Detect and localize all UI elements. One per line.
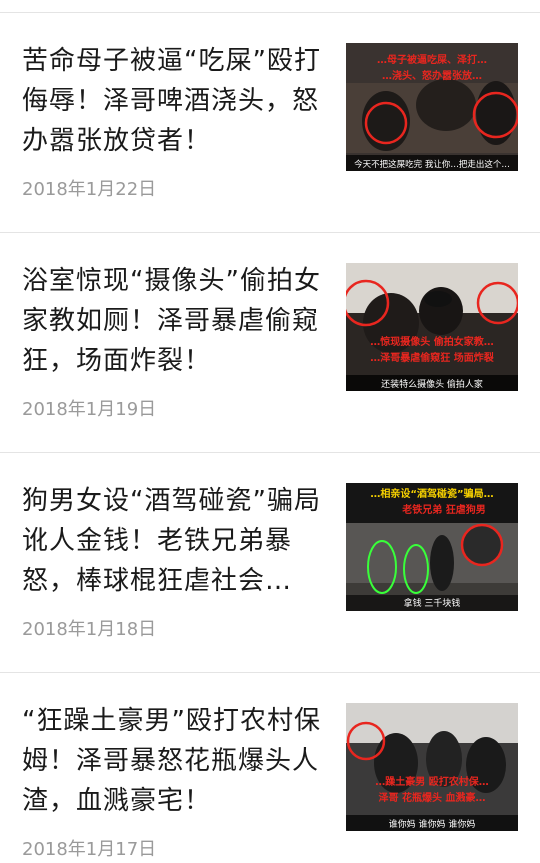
thumb-caption: 今天不把这屎吃完 我让你…把走出这个…: [354, 159, 510, 170]
thumb-overlay-line1: …躁土豪男 殴打农村保…: [375, 775, 488, 788]
thumb-overlay-line2: …泽哥暴虐偷窥狂 场面炸裂: [370, 351, 493, 364]
article-title[interactable]: 狗男女设“酒驾碰瓷”骗局讹人金钱！老铁兄弟暴怒，棒球棍狂虐社会…: [22, 481, 322, 601]
thumb-overlay-line2: …浇头、怒办嚣张放…: [382, 69, 482, 82]
thumb-overlay-line2: 泽哥 花瓶爆头 血溅豪…: [379, 791, 486, 804]
article-thumbnail[interactable]: …躁土豪男 殴打农村保… 泽哥 花瓶爆头 血溅豪… 谁你妈 谁你妈 谁你妈: [346, 703, 518, 831]
article-date: 2018年1月17日: [22, 839, 157, 860]
article-date: 2018年1月18日: [22, 619, 157, 640]
article-item[interactable]: “狂躁土豪男”殴打农村保姆！泽哥暴怒花瓶爆头人渣，血溅豪宅！ 2018年1月17…: [0, 673, 540, 863]
article-title[interactable]: “狂躁土豪男”殴打农村保姆！泽哥暴怒花瓶爆头人渣，血溅豪宅！: [22, 701, 322, 821]
thumb-overlay-line2: 老铁兄弟 狂虐狗男: [401, 503, 485, 516]
article-item[interactable]: 苦命母子被逼“吃屎”殴打侮辱！泽哥啤酒浇头，怒办嚣张放贷者！ 2018年1月22…: [0, 13, 540, 233]
thumb-overlay-line1: …母子被逼吃屎、泽打…: [377, 53, 487, 66]
thumb-caption: 谁你妈 谁你妈 谁你妈: [389, 818, 476, 830]
thumb-overlay-line1: …惊现摄像头 偷拍女家教…: [370, 335, 493, 348]
thumb-caption: 还装特么摄像头 偷拍人家: [381, 378, 483, 390]
thumb-caption: 拿钱 三千块钱: [404, 597, 461, 609]
article-date: 2018年1月22日: [22, 179, 157, 200]
article-thumbnail[interactable]: …母子被逼吃屎、泽打… …浇头、怒办嚣张放… 今天不把这屎吃完 我让你…把走出这…: [346, 43, 518, 171]
article-feed: 苦命母子被逼“吃屎”殴打侮辱！泽哥啤酒浇头，怒办嚣张放贷者！ 2018年1月22…: [0, 0, 540, 863]
thumb-overlay-line1: …相亲设“酒驾碰瓷”骗局…: [370, 487, 493, 500]
article-item[interactable]: 浴室惊现“摄像头”偷拍女家教如厕！泽哥暴虐偷窥狂，场面炸裂！ 2018年1月19…: [0, 233, 540, 453]
article-date: 2018年1月19日: [22, 399, 157, 420]
article-title[interactable]: 苦命母子被逼“吃屎”殴打侮辱！泽哥啤酒浇头，怒办嚣张放贷者！: [22, 41, 322, 161]
article-title[interactable]: 浴室惊现“摄像头”偷拍女家教如厕！泽哥暴虐偷窥狂，场面炸裂！: [22, 261, 322, 381]
article-thumbnail[interactable]: …相亲设“酒驾碰瓷”骗局… 老铁兄弟 狂虐狗男 拿钱 三千块钱: [346, 483, 518, 611]
article-thumbnail[interactable]: …惊现摄像头 偷拍女家教… …泽哥暴虐偷窥狂 场面炸裂 还装特么摄像头 偷拍人家: [346, 263, 518, 391]
article-item[interactable]: 狗男女设“酒驾碰瓷”骗局讹人金钱！老铁兄弟暴怒，棒球棍狂虐社会… 2018年1月…: [0, 453, 540, 673]
